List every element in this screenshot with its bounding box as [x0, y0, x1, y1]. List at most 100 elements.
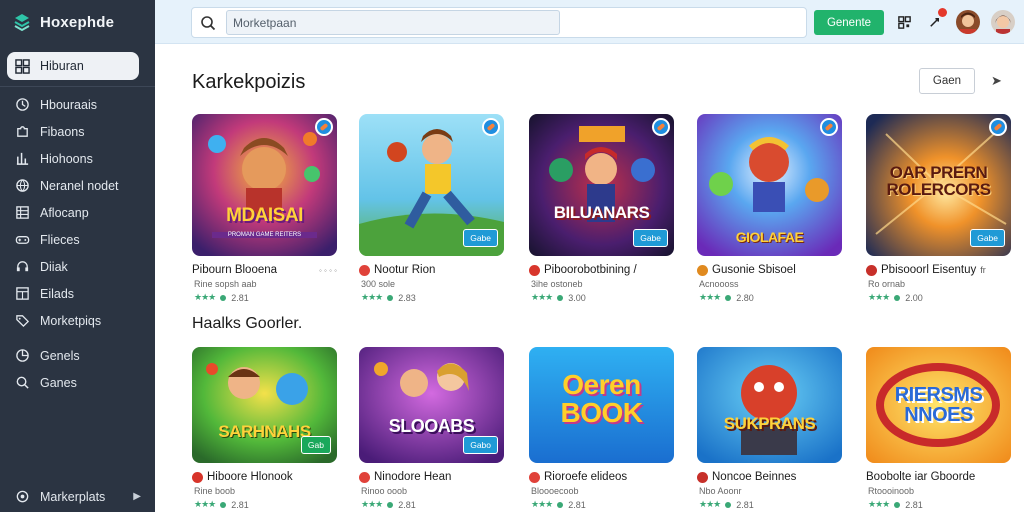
card-title-row: Pbisooorl Eisentuy fr	[866, 264, 1011, 276]
view-all-button[interactable]: Gaen	[919, 68, 975, 94]
game-icon	[529, 471, 540, 483]
card-title-row: Ninodore Hean	[359, 471, 504, 483]
game-thumbnail: GIOLAFAE	[697, 114, 842, 256]
sidebar-item-morketpiqs[interactable]: Morketpiqs	[0, 307, 155, 334]
game-art-title: SLOOABS	[388, 416, 475, 436]
generate-button[interactable]: Genente	[814, 10, 884, 35]
sidebar-item-label: Flieces	[40, 232, 80, 247]
game-subtitle: 300 sole	[361, 279, 396, 289]
card-title-row: Noncoe Beinnes	[697, 471, 842, 483]
brand[interactable]: Hoxephde	[0, 0, 155, 44]
rating-value: 2.81	[398, 499, 416, 510]
sidebar-item-flieces[interactable]: Flieces	[0, 226, 155, 253]
sidebar: Hoxephde Hiburan Hbouraais Fibaons Hioho…	[0, 0, 155, 512]
rating-value: 2.81	[231, 499, 249, 510]
game-tag: Gabe	[633, 229, 668, 247]
sidebar-item-hbouraais[interactable]: Hbouraais	[0, 91, 155, 118]
game-card[interactable]: SLOOABS Gabo Ninodore Hean Rinoo ooob ★★…	[359, 347, 504, 510]
game-subtitle: Rine boob	[194, 486, 236, 496]
game-title: Gusonie Sbisoel	[712, 264, 796, 276]
game-art-title: BILUANARS	[553, 203, 650, 222]
sidebar-item-label: Aflocanp	[40, 205, 89, 220]
sidebar-item-label: Neranel nodet	[40, 178, 119, 193]
game-subtitle: Bloooecoob	[531, 486, 579, 496]
game-icon	[866, 264, 877, 276]
rating-value: 2.83	[398, 292, 416, 303]
notification-icon[interactable]	[925, 8, 947, 31]
arrow-right-icon[interactable]: ➤	[991, 73, 1002, 89]
dot-icon	[220, 294, 227, 301]
avatar[interactable]	[991, 10, 1015, 34]
card-title-row: Piboorobotbining /	[529, 264, 674, 276]
sidebar-item-markerplats[interactable]: Markerplats ▶	[0, 483, 155, 510]
game-title: Piboorobotbining /	[544, 264, 637, 276]
sidebar-item-aflocanp[interactable]: Aflocanp	[0, 199, 155, 226]
search-icon	[14, 375, 30, 391]
game-title: Ninodore Hean	[374, 471, 452, 483]
rating: ★★★ 3.00	[529, 292, 674, 303]
search-icon[interactable]	[200, 15, 216, 31]
card-title-row: Pibourn Blooena ◦ ◦ ◦ ◦	[192, 264, 337, 276]
rating: ★★★ 2.81	[359, 499, 504, 510]
sidebar-item-hiohoons[interactable]: Hiohoons	[0, 145, 155, 172]
game-card[interactable]: Gabe Nootur Rion 300 sole ★★★ 2.83	[359, 114, 504, 303]
game-icon	[529, 264, 540, 276]
sidebar-item-ganes[interactable]: Ganes	[0, 369, 155, 396]
rating-value: 2.81	[905, 499, 923, 510]
rating: ★★★ 2.81	[192, 292, 337, 303]
game-tag: Gabe	[970, 229, 1005, 247]
badge-icon	[482, 118, 500, 136]
rating-value: 2.00	[905, 292, 923, 303]
sidebar-item-genels[interactable]: Genels	[0, 342, 155, 369]
sidebar-item-label: Hiohoons	[40, 151, 93, 166]
sidebar-item-fibaons[interactable]: Fibaons	[0, 118, 155, 145]
notification-badge	[938, 8, 947, 17]
game-thumbnail: MDAISAI PROMAN GAME REITERS	[192, 114, 337, 256]
game-subtitle: Rinoo ooob	[361, 486, 408, 496]
game-title: Pbisooorl Eisentuy	[881, 264, 977, 276]
avatar[interactable]	[956, 10, 980, 34]
game-card[interactable]: OAR PRERN ROLERCORS Gabe Pbisooorl Eisen…	[866, 114, 1011, 303]
star-icon: ★★★	[531, 499, 553, 509]
search-input[interactable]	[226, 10, 560, 35]
game-card[interactable]: BILUANARS Gabe Piboorobotbining / 3ihe o…	[529, 114, 674, 303]
sidebar-item-neranel-nodet[interactable]: Neranel nodet	[0, 172, 155, 199]
game-card[interactable]: MDAISAI PROMAN GAME REITERS Pibourn Bloo…	[192, 114, 337, 303]
tag-icon	[14, 313, 30, 329]
sidebar-item-label: Markerplats	[40, 489, 106, 504]
sidebar-item-hiburan[interactable]: Hiburan	[7, 52, 139, 80]
dot-icon	[557, 294, 564, 301]
game-subtitle: Rtoooinoob	[868, 486, 915, 496]
rating-value: 2.80	[736, 292, 754, 303]
rating: ★★★ 2.81	[529, 499, 674, 510]
badge-icon	[652, 118, 670, 136]
sidebar-item-eilads[interactable]: Eilads	[0, 280, 155, 307]
game-art-subtitle: PROMAN GAME REITERS	[212, 232, 317, 238]
game-art-title: Oeren BOOK	[560, 369, 644, 428]
sidebar-item-label: Genels	[40, 348, 80, 363]
game-card[interactable]: GIOLAFAE Gusonie Sbisoel Acnoooss ★★★ 2.8…	[697, 114, 842, 303]
game-thumbnail: SLOOABS Gabo	[359, 347, 504, 463]
rating-value: 2.81	[736, 499, 754, 510]
game-card[interactable]: RIERSMS NNOES Boobolte iar Gboorde Rtooo…	[866, 347, 1011, 510]
badge-icon	[315, 118, 333, 136]
game-thumbnail: Oeren BOOK	[529, 347, 674, 463]
sidebar-item-diiak[interactable]: Diiak	[0, 253, 155, 280]
dot-icon	[725, 294, 732, 301]
headset-icon	[14, 259, 30, 275]
grid-icon	[14, 58, 30, 74]
game-art-title: RIERSMS NNOES	[894, 384, 983, 426]
game-subtitle: Acnoooss	[699, 279, 739, 289]
game-icon	[192, 471, 203, 483]
stack-logo-icon	[12, 12, 32, 32]
card-title-row: Rioroefe elideos	[529, 471, 674, 483]
rating: ★★★ 2.81	[192, 499, 337, 510]
game-card[interactable]: SARHNAHS Gab Hiboore Hlonook Rine boob ★…	[192, 347, 337, 510]
more-dots[interactable]: ◦ ◦ ◦ ◦	[319, 266, 337, 275]
sidebar-item-label: Diiak	[40, 259, 68, 274]
game-thumbnail: Gabe	[359, 114, 504, 256]
game-card[interactable]: SUKPRANS Noncoe Beinnes Nbo Aoonr ★★★ 2.8…	[697, 347, 842, 510]
game-title: Boobolte iar Gboorde	[866, 471, 976, 483]
game-card[interactable]: Oeren BOOK Rioroefe elideos Bloooecoob ★…	[529, 347, 674, 510]
qr-icon[interactable]	[895, 13, 913, 31]
